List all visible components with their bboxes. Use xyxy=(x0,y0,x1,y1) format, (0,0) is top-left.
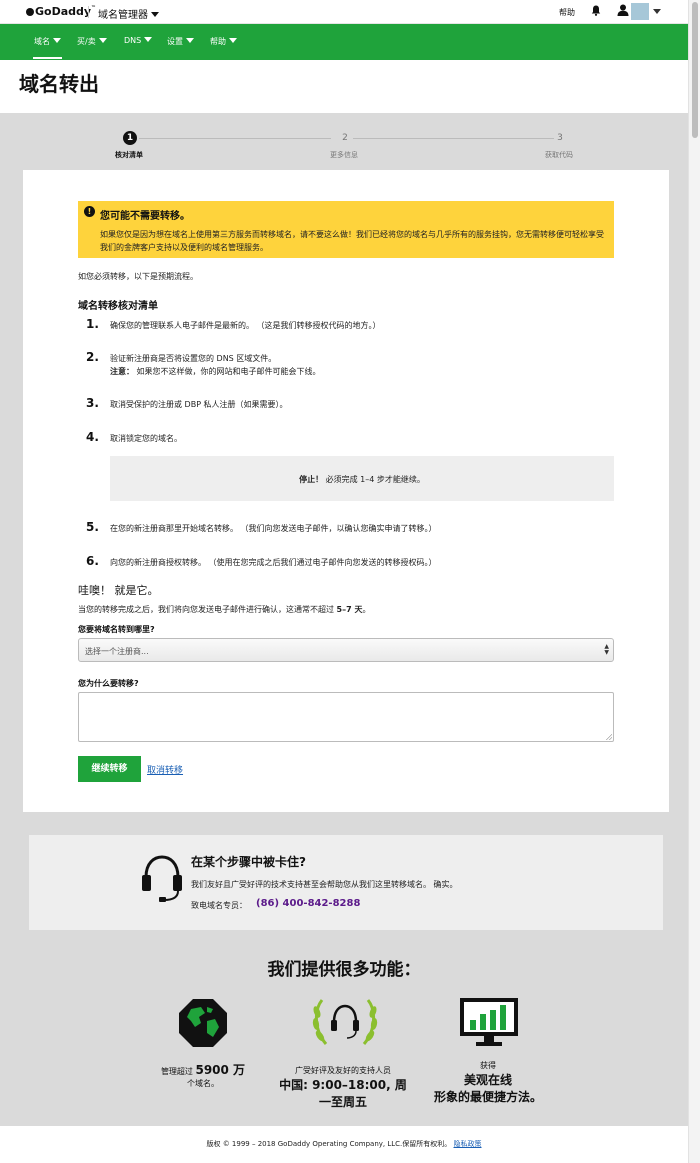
support-phone-label: 致电域名专员： xyxy=(191,901,247,910)
nav-item-dns[interactable]: DNS xyxy=(124,36,153,45)
stepper-line xyxy=(139,138,331,139)
scrollbar-thumb[interactable] xyxy=(692,2,698,138)
stop-text: 必须完成 1–4 步才能继续。 xyxy=(323,475,425,484)
alert-title: 您可能不需要转移。 xyxy=(100,211,190,222)
cancel-transfer-link[interactable]: 取消转移 xyxy=(147,763,183,776)
chevron-down-icon xyxy=(186,38,194,43)
avatar[interactable] xyxy=(631,3,649,20)
page-scrollbar[interactable] xyxy=(688,0,700,1163)
support-phone[interactable]: (86) 400-842-8288 xyxy=(256,898,360,909)
reason-label: 您为什么要转移? xyxy=(78,679,139,688)
registrar-select-value: 选择一个注册商... xyxy=(85,647,149,656)
checklist-item: 确保您的管理联系人电子邮件是最新的。 （这是我们转移授权代码的地方。） xyxy=(110,321,381,330)
checklist-title: 域名转移核对清单 xyxy=(78,301,158,312)
page-title: 域名转出 xyxy=(19,72,99,96)
nav-item-settings[interactable]: 设置 xyxy=(167,36,194,47)
list-number: 1. xyxy=(86,317,99,331)
step-3-label: 获取代码 xyxy=(545,151,573,159)
globe-icon xyxy=(179,999,227,1047)
chevron-down-icon[interactable] xyxy=(653,9,661,14)
support-title: 在某个步骤中被卡住? xyxy=(191,855,306,869)
headset-icon xyxy=(142,855,182,902)
nav-item-help[interactable]: 帮助 xyxy=(210,36,237,47)
main-nav: 域名 买/卖 DNS 设置 帮助 xyxy=(0,24,688,60)
info-icon: ! xyxy=(84,206,95,217)
support-laurel-icon xyxy=(312,999,378,1045)
intro-text: 如您必须转移，以下是预期流程。 xyxy=(78,272,198,281)
list-number: 2. xyxy=(86,350,99,364)
privacy-policy-link[interactable]: 隐私政策 xyxy=(454,1140,482,1148)
checklist-item: 取消锁定您的域名。 xyxy=(110,434,182,443)
step-2-indicator: 2 xyxy=(342,133,348,143)
reason-textarea[interactable] xyxy=(78,692,614,742)
chevron-down-icon xyxy=(144,37,153,42)
checklist-item: 向您的新注册商授权转移。 （使用在您完成之后我们通过电子邮件向您发送的转移授权码… xyxy=(110,558,437,567)
checklist-item: 验证新注册商是否将设置您的 DNS 区域文件。 xyxy=(110,354,277,363)
help-link[interactable]: 帮助 xyxy=(559,7,575,18)
nav-item-domains[interactable]: 域名 xyxy=(33,36,62,59)
user-icon[interactable] xyxy=(617,4,629,16)
chevron-down-icon xyxy=(151,12,159,17)
godaddy-logo[interactable]: GoDaddy™ xyxy=(26,5,96,18)
app-switcher[interactable]: 域名管理器 xyxy=(98,6,159,21)
done-text: 当您的转移完成之后，我们将向您发送电子邮件进行确认，这通常不超过 5–7 天。 xyxy=(78,605,371,614)
checklist-note: 注意： 如果您不这样做，你的网站和电子邮件可能会下线。 xyxy=(110,367,321,376)
divider xyxy=(88,6,89,18)
checklist-item: 取消受保护的注册或 DBP 私人注册（如果需要）。 xyxy=(110,400,288,409)
step-1-indicator: 1 xyxy=(123,131,137,145)
warning-alert: ! 您可能不需要转移。 如果您仅是因为想在域名上使用第三方服务而转移域名，请不要… xyxy=(78,201,614,258)
feature-support: 广受好评及友好的支持人员 中国: 9:00–18:00, 周 一至周五 xyxy=(279,1066,407,1109)
resize-grip-icon[interactable] xyxy=(606,734,612,740)
checklist-item: 在您的新注册商那里开始域名转移。 （我们向您发送电子邮件，以确认您确实申请了转移… xyxy=(110,524,437,533)
chevron-down-icon xyxy=(229,38,237,43)
features-title: 我们提供很多功能： xyxy=(267,960,421,980)
feature-presence: 获得 美观在线 形象的最便捷方法。 xyxy=(433,1061,542,1104)
registrar-label: 您要将域名转到哪里? xyxy=(78,625,155,634)
copyright-text: 版权 © 1999 – 2018 GoDaddy Operating Compa… xyxy=(206,1140,452,1148)
list-number: 4. xyxy=(86,430,99,444)
nav-item-buy-sell[interactable]: 买/卖 xyxy=(77,36,107,47)
chevron-down-icon xyxy=(98,38,107,43)
alert-body: 如果您仅是因为想在域名上使用第三方服务而转移域名，请不要这么做！我们已经将您的域… xyxy=(100,230,604,252)
list-number: 3. xyxy=(86,396,99,410)
list-number: 5. xyxy=(86,520,99,534)
step-1-label: 核对清单 xyxy=(115,151,143,159)
step-2-label: 更多信息 xyxy=(330,151,358,159)
footer: 版权 © 1999 – 2018 GoDaddy Operating Compa… xyxy=(0,1126,688,1163)
feature-domains: 管理超过 5900 万 个域名。 xyxy=(160,1063,246,1088)
bell-icon[interactable] xyxy=(591,5,601,16)
monitor-chart-icon xyxy=(460,998,518,1046)
done-title: 哇噢！ 就是它。 xyxy=(78,584,159,597)
chevron-down-icon xyxy=(53,38,61,43)
select-arrows-icon: ▲ ▼ xyxy=(604,643,609,656)
stop-label: 停止！ xyxy=(299,475,324,484)
top-bar: GoDaddy™ 域名管理器 帮助 xyxy=(0,0,688,24)
logo-mark-icon xyxy=(26,8,34,16)
registrar-select[interactable]: 选择一个注册商... ▲ ▼ xyxy=(78,638,614,662)
list-number: 6. xyxy=(86,554,99,568)
step-3-indicator: 3 xyxy=(557,133,563,143)
continue-transfer-button[interactable]: 继续转移 xyxy=(78,756,141,782)
support-body: 我们友好且广受好评的技术支持甚至会帮助您从我们这里转移域名。 确实。 xyxy=(191,880,458,889)
stepper-line xyxy=(353,138,554,139)
stop-notice: 停止！ 必须完成 1–4 步才能继续。 xyxy=(110,456,614,501)
